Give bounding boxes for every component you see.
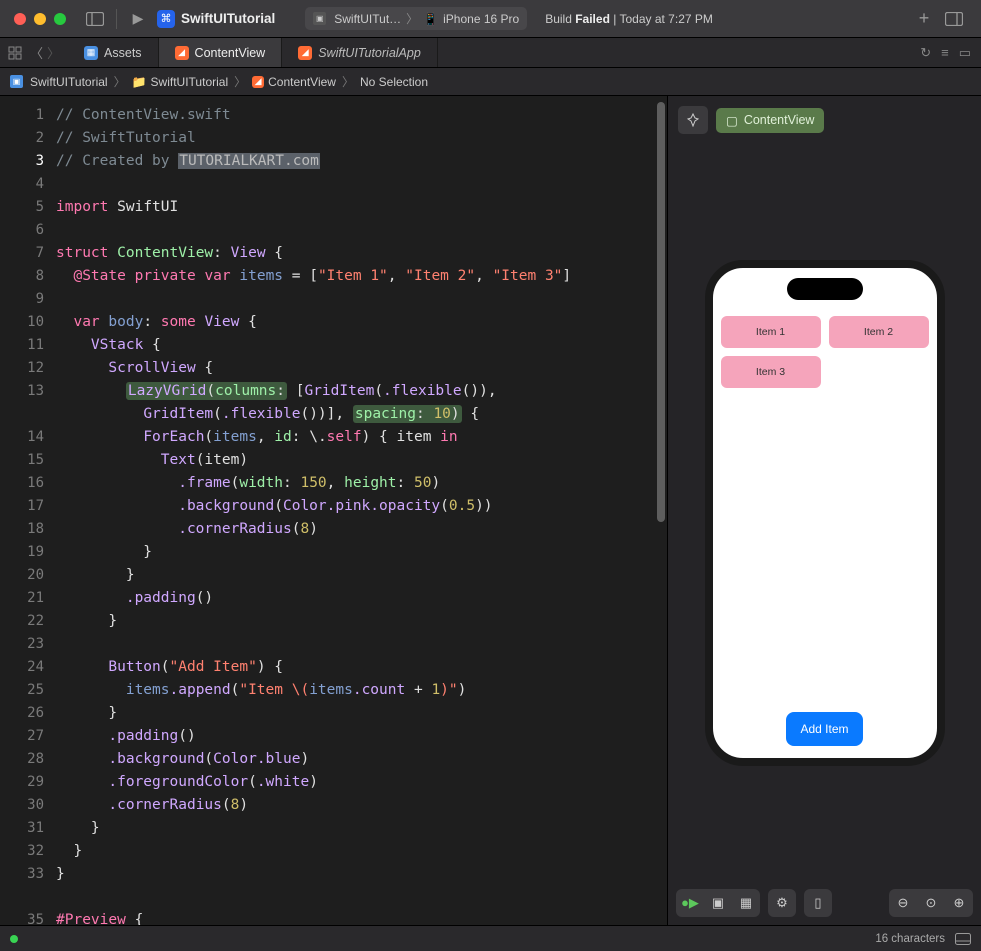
scheme-selector[interactable]: ▣ SwiftUITut… 〉 📱 iPhone 16 Pro	[305, 7, 527, 30]
breadcrumb: ▣ SwiftUITutorial 〉 📁 SwiftUITutorial 〉 …	[0, 68, 981, 96]
breadcrumb-item[interactable]: SwiftUITutorial	[30, 75, 108, 89]
preview-toolbar: ●▶ ▣ ▦ ⚙ ▯ ⊖ ⊙ ⊕	[668, 881, 981, 925]
app-icon: ⌘	[157, 10, 175, 28]
device-settings-icon[interactable]: ⚙	[768, 889, 796, 917]
layout-icon[interactable]: ▭	[959, 45, 971, 61]
zoom-out-icon[interactable]: ⊖	[889, 889, 917, 917]
preview-pane: ▢ ContentView Item 1 Item 2 Item 3 Add I…	[667, 96, 981, 925]
preview-grid: Item 1 Item 2 Item 3	[713, 312, 937, 392]
zoom-in-icon[interactable]: ⊕	[945, 889, 973, 917]
status-bar: 16 characters	[0, 925, 981, 951]
selection-info: 16 characters	[875, 933, 945, 945]
grid-item[interactable]: Item 3	[721, 356, 821, 388]
folder-icon: 📁	[132, 75, 147, 89]
project-icon: ▣	[10, 75, 23, 88]
grid-item[interactable]: Item 1	[721, 316, 821, 348]
refresh-icon[interactable]: ↻	[920, 45, 931, 61]
assets-icon: ▦	[84, 46, 98, 60]
pin-preview-icon[interactable]	[678, 106, 708, 134]
add-item-button[interactable]: Add Item	[786, 712, 862, 746]
toggle-debug-area-icon[interactable]	[955, 933, 971, 945]
editor-scrollbar[interactable]	[653, 96, 667, 925]
close-window[interactable]	[14, 13, 26, 25]
nav-forward-icon: 〉	[47, 43, 60, 62]
breadcrumb-item[interactable]: SwiftUITutorial	[151, 75, 229, 89]
tab-bar: 〈 〉 ▦ Assets ◢ ContentView ◢ SwiftUITuto…	[0, 38, 981, 68]
zoom-fit-icon[interactable]: ⊙	[917, 889, 945, 917]
live-preview-icon[interactable]: ●▶	[676, 889, 704, 917]
build-status[interactable]: Build Failed | Today at 7:27 PM	[545, 12, 713, 26]
code-content[interactable]: // ContentView.swift // SwiftTutorial //…	[56, 96, 667, 925]
toggle-inspector-icon[interactable]	[941, 7, 967, 31]
zoom-window[interactable]	[54, 13, 66, 25]
breadcrumb-item[interactable]: ContentView	[268, 75, 336, 89]
device-icon: 📱	[423, 12, 438, 26]
selectable-icon[interactable]: ▣	[704, 889, 732, 917]
titlebar: ▶ ⌘ SwiftUITutorial ▣ SwiftUITut… 〉 📱 iP…	[0, 0, 981, 38]
tab-contentview[interactable]: ◢ ContentView	[159, 38, 283, 67]
variants-icon[interactable]: ▦	[732, 889, 760, 917]
phone-frame: Item 1 Item 2 Item 3 Add Item	[705, 260, 945, 766]
window-controls	[14, 13, 66, 25]
grid-item[interactable]: Item 2	[829, 316, 929, 348]
scheme-name: SwiftUITut…	[334, 12, 401, 26]
dynamic-island	[787, 278, 863, 300]
preview-title-badge[interactable]: ▢ ContentView	[716, 108, 824, 133]
status-indicator[interactable]	[10, 935, 18, 943]
toggle-navigator-icon[interactable]	[82, 7, 108, 31]
breadcrumb-item[interactable]: No Selection	[360, 75, 428, 89]
canvas-icon: ▢	[726, 113, 738, 128]
preview-canvas[interactable]: Item 1 Item 2 Item 3 Add Item	[668, 144, 981, 881]
device-name: iPhone 16 Pro	[443, 12, 519, 26]
project-name: SwiftUITutorial	[181, 11, 275, 26]
related-items-icon[interactable]	[8, 46, 22, 60]
tab-assets[interactable]: ▦ Assets	[68, 38, 159, 67]
line-gutter: 1234567 891011121314 1516171819202122 23…	[0, 96, 56, 925]
run-button[interactable]: ▶	[125, 7, 151, 31]
add-tab-icon[interactable]: +	[911, 7, 937, 31]
swift-icon: ◢	[175, 46, 189, 60]
tab-app[interactable]: ◢ SwiftUITutorialApp	[282, 38, 438, 67]
stack-icon[interactable]: ≡	[941, 45, 949, 60]
preview-device-icon[interactable]: ▯	[804, 889, 832, 917]
swift-icon: ◢	[298, 46, 312, 60]
swift-icon: ◢	[252, 76, 264, 88]
nav-back-icon[interactable]: 〈	[30, 43, 43, 62]
code-editor[interactable]: 1234567 891011121314 1516171819202122 23…	[0, 96, 667, 925]
minimize-window[interactable]	[34, 13, 46, 25]
